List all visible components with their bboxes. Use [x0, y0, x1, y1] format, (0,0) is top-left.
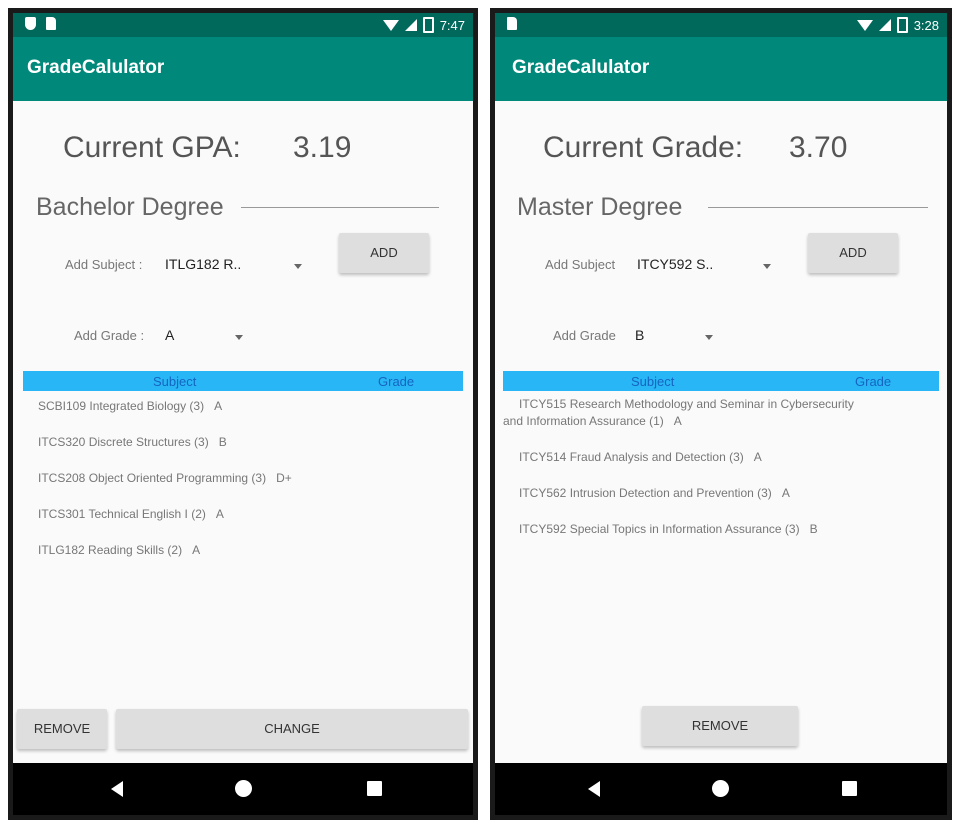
back-icon[interactable] [588, 781, 600, 797]
degree-title: Bachelor Degree [36, 193, 224, 221]
home-icon[interactable] [235, 780, 252, 797]
home-icon[interactable] [712, 780, 729, 797]
item-grade: A [192, 543, 201, 557]
gpa-value: 3.70 [789, 131, 848, 164]
status-time: 7:47 [439, 17, 465, 33]
change-button[interactable]: CHANGE [116, 709, 468, 749]
table-header: Subject Grade [23, 371, 463, 391]
subject-spinner-value: ITLG182 R.. [165, 256, 242, 272]
add-button[interactable]: ADD [339, 233, 429, 273]
recents-icon[interactable] [367, 781, 382, 796]
app-bar: GradeCalulator [13, 37, 473, 101]
app-title: GradeCalulator [27, 57, 165, 78]
list-item[interactable]: ITCY562 Intrusion Detection and Preventi… [519, 485, 790, 502]
list-item[interactable]: ITCY514 Fraud Analysis and Detection (3)… [519, 449, 762, 466]
dropdown-arrow-icon [235, 335, 243, 340]
navigation-bar [495, 763, 947, 815]
main-content: Current GPA: 3.19 Bachelor Degree Add Su… [13, 101, 473, 763]
signal-icon [878, 19, 891, 31]
sd-card-icon [46, 17, 56, 30]
list-item[interactable]: ITLG182 Reading Skills (2) A [38, 542, 200, 559]
screen: 7:47 GradeCalulator Current GPA: 3.19 Ba… [13, 13, 473, 815]
divider [708, 207, 928, 208]
recents-icon[interactable] [842, 781, 857, 796]
wifi-icon [382, 19, 399, 31]
list-item[interactable]: ITCY592 Special Topics in Information As… [519, 521, 818, 538]
status-bar: 3:28 [495, 13, 947, 37]
dropdown-arrow-icon [294, 264, 302, 269]
dropdown-arrow-icon [763, 264, 771, 269]
add-grade-label: Add Grade [553, 328, 616, 343]
grade-spinner-value: A [165, 327, 175, 343]
item-grade: B [809, 522, 818, 536]
app-bar: GradeCalulator [495, 37, 947, 101]
item-grade: D+ [276, 471, 292, 485]
remove-button[interactable]: REMOVE [17, 709, 107, 749]
subject-spinner[interactable]: ITCY592 S.. [635, 251, 780, 279]
sd-card-icon [507, 17, 517, 30]
navigation-bar [13, 763, 473, 815]
add-subject-label: Add Subject : [65, 257, 143, 272]
battery-icon [422, 17, 434, 33]
remove-button[interactable]: REMOVE [642, 706, 798, 746]
header-subject: Subject [631, 374, 675, 389]
back-icon[interactable] [111, 781, 123, 797]
grade-spinner[interactable]: A [163, 322, 253, 350]
subject-spinner[interactable]: ITLG182 R.. [163, 251, 308, 279]
header-grade: Grade [855, 374, 892, 389]
wifi-icon [856, 19, 873, 31]
item-grade: A [673, 414, 682, 428]
list-item[interactable]: ITCS208 Object Oriented Programming (3) … [38, 470, 292, 487]
item-subject: ITCS320 Discrete Structures (3) [38, 435, 209, 449]
subject-spinner-value: ITCY592 S.. [637, 256, 714, 272]
list-item[interactable]: ITCS320 Discrete Structures (3) B [38, 434, 227, 451]
screen: 3:28 GradeCalulator Current Grade: 3.70 … [495, 13, 947, 815]
phone-screen-bachelor: 7:47 GradeCalulator Current GPA: 3.19 Ba… [8, 8, 478, 820]
battery-icon [896, 17, 908, 33]
item-subject: SCBI109 Integrated Biology (3) [38, 399, 205, 413]
degree-title: Master Degree [517, 193, 683, 221]
add-grade-label: Add Grade : [74, 328, 145, 343]
grade-spinner[interactable]: B [633, 322, 723, 350]
status-time: 3:28 [913, 17, 939, 33]
item-subject: ITLG182 Reading Skills (2) [38, 543, 183, 557]
signal-icon [404, 19, 417, 31]
item-subject: ITCY592 Special Topics in Information As… [519, 522, 800, 536]
list-item[interactable]: ITCY515 Research Methodology and Seminar… [503, 396, 863, 430]
grade-spinner-value: B [635, 327, 645, 343]
add-subject-label: Add Subject [545, 257, 616, 272]
item-grade: A [753, 450, 762, 464]
item-subject: ITCS208 Object Oriented Programming (3) [38, 471, 267, 485]
item-grade: B [218, 435, 227, 449]
phone-screen-master: 3:28 GradeCalulator Current Grade: 3.70 … [490, 8, 952, 820]
table-header: Subject Grade [503, 371, 939, 391]
list-item[interactable]: SCBI109 Integrated Biology (3) A [38, 398, 222, 415]
item-subject: ITCY562 Intrusion Detection and Preventi… [519, 486, 772, 500]
main-content: Current Grade: 3.70 Master Degree Add Su… [495, 101, 947, 763]
item-grade: A [781, 486, 790, 500]
item-grade: A [214, 399, 223, 413]
list-item[interactable]: ITCS301 Technical English I (2) A [38, 506, 224, 523]
gpa-value: 3.19 [293, 131, 352, 164]
gpa-label: Current Grade: [543, 131, 744, 164]
gpa-label: Current GPA: [63, 131, 241, 164]
status-bar: 7:47 [13, 13, 473, 37]
add-button[interactable]: ADD [808, 233, 898, 273]
item-grade: A [215, 507, 224, 521]
dropdown-arrow-icon [705, 335, 713, 340]
shield-icon [25, 17, 36, 30]
app-title: GradeCalulator [512, 57, 650, 78]
item-subject: ITCY514 Fraud Analysis and Detection (3) [519, 450, 744, 464]
header-grade: Grade [378, 374, 415, 389]
divider [241, 207, 439, 208]
item-subject: ITCS301 Technical English I (2) [38, 507, 206, 521]
header-subject: Subject [153, 374, 197, 389]
